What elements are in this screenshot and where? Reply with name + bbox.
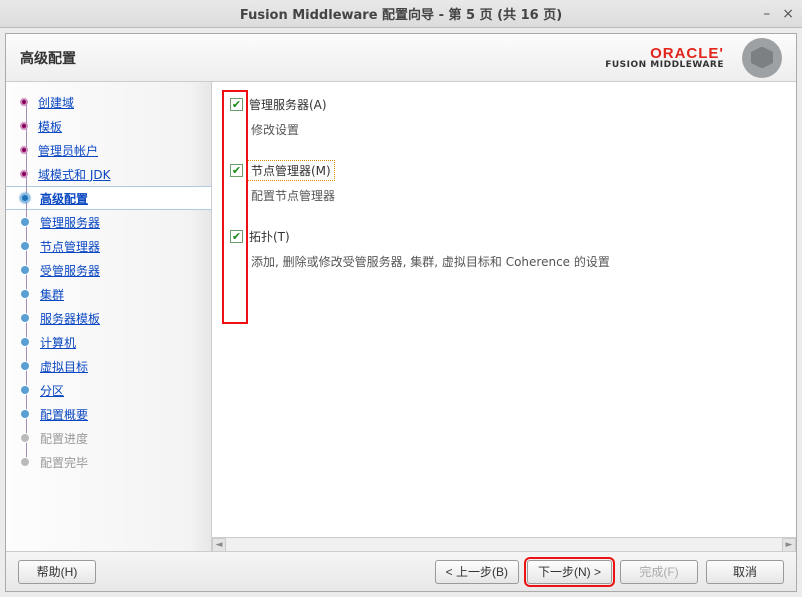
titlebar: Fusion Middleware 配置向导 - 第 5 页 (共 16 页) … xyxy=(0,0,802,28)
step-label[interactable]: 创建域 xyxy=(38,94,74,111)
step-label[interactable]: 分区 xyxy=(40,382,64,399)
step-status-icon xyxy=(20,409,30,419)
step-label[interactable]: 域模式和 JDK xyxy=(38,166,110,183)
config-option: ✔ 节点管理器(M) 配置节点管理器 xyxy=(230,162,778,204)
step-label[interactable]: 集群 xyxy=(40,286,64,303)
step-label[interactable]: 计算机 xyxy=(40,334,76,351)
window-title: Fusion Middleware 配置向导 - 第 5 页 (共 16 页) xyxy=(6,4,796,23)
step-label[interactable]: 虚拟目标 xyxy=(40,358,88,375)
step-label[interactable]: 模板 xyxy=(38,118,62,135)
step-status-icon xyxy=(20,265,30,275)
wizard-step: 配置完毕 xyxy=(6,450,211,474)
step-status-icon xyxy=(20,122,28,130)
next-button[interactable]: 下一步(N) > xyxy=(527,560,612,584)
checkbox[interactable]: ✔ xyxy=(230,230,243,243)
step-label[interactable]: 管理员帐户 xyxy=(38,142,98,159)
wizard-step: 配置进度 xyxy=(6,426,211,450)
step-label[interactable]: 节点管理器 xyxy=(40,238,100,255)
step-label: 配置进度 xyxy=(40,430,88,447)
step-status-icon xyxy=(20,146,28,154)
wizard-content: ✔ 管理服务器(A) 修改设置 ✔ 节点管理器(M) 配置节点管理器 ✔ 拓扑(T) 添加, 删… xyxy=(212,82,796,551)
brand-badge-icon xyxy=(742,38,782,78)
step-label[interactable]: 服务器模板 xyxy=(40,310,100,327)
wizard-steps-sidebar: 创建域模板管理员帐户域模式和 JDK 高级配置管理服务器节点管理器受管服务器集群服… xyxy=(6,82,212,551)
step-status-icon xyxy=(20,337,30,347)
finish-button: 完成(F) xyxy=(620,560,698,584)
scroll-right-icon[interactable]: ► xyxy=(782,538,796,552)
wizard-step[interactable]: 服务器模板 xyxy=(6,306,211,330)
option-label[interactable]: 拓扑(T) xyxy=(249,228,290,245)
wizard-step[interactable]: 分区 xyxy=(6,378,211,402)
step-status-icon xyxy=(20,313,30,323)
step-status-icon xyxy=(20,433,30,443)
wizard-frame: 高级配置 ORACLE' FUSION MIDDLEWARE 创建域模板管理员帐… xyxy=(5,33,797,592)
option-label[interactable]: 节点管理器(M) xyxy=(249,162,333,179)
config-option: ✔ 管理服务器(A) 修改设置 xyxy=(230,96,778,138)
option-description: 添加, 删除或修改受管服务器, 集群, 虚拟目标和 Coherence 的设置 xyxy=(251,253,778,270)
step-status-icon xyxy=(20,193,30,203)
oracle-logo: ORACLE' xyxy=(605,46,724,61)
wizard-step[interactable]: 管理服务器 xyxy=(6,210,211,234)
wizard-step[interactable]: 虚拟目标 xyxy=(6,354,211,378)
scroll-left-icon[interactable]: ◄ xyxy=(212,538,226,552)
step-label[interactable]: 受管服务器 xyxy=(40,262,100,279)
option-label[interactable]: 管理服务器(A) xyxy=(249,96,327,113)
option-description: 配置节点管理器 xyxy=(251,187,778,204)
minimize-icon[interactable]: – xyxy=(763,6,770,22)
scroll-track[interactable] xyxy=(227,539,781,551)
wizard-step[interactable]: 高级配置 xyxy=(6,186,211,210)
wizard-step[interactable]: 计算机 xyxy=(6,330,211,354)
back-button[interactable]: < 上一步(B) xyxy=(435,560,519,584)
step-status-icon xyxy=(20,361,30,371)
step-label[interactable]: 管理服务器 xyxy=(40,214,100,231)
wizard-header: 高级配置 ORACLE' FUSION MIDDLEWARE xyxy=(6,34,796,82)
checkbox[interactable]: ✔ xyxy=(230,164,243,177)
step-label[interactable]: 配置概要 xyxy=(40,406,88,423)
wizard-step[interactable]: 集群 xyxy=(6,282,211,306)
step-status-icon xyxy=(20,98,28,106)
close-icon[interactable]: × xyxy=(782,6,794,22)
page-title: 高级配置 xyxy=(20,48,605,68)
step-status-icon xyxy=(20,457,30,467)
step-status-icon xyxy=(20,289,30,299)
step-status-icon xyxy=(20,385,30,395)
wizard-step[interactable]: 受管服务器 xyxy=(6,258,211,282)
wizard-step[interactable]: 管理员帐户 xyxy=(6,138,211,162)
help-button[interactable]: 帮助(H) xyxy=(18,560,96,584)
wizard-step[interactable]: 域模式和 JDK xyxy=(6,162,211,186)
wizard-step[interactable]: 配置概要 xyxy=(6,402,211,426)
wizard-step[interactable]: 模板 xyxy=(6,114,211,138)
oracle-subtitle: FUSION MIDDLEWARE xyxy=(605,61,724,70)
wizard-step[interactable]: 创建域 xyxy=(6,90,211,114)
step-status-icon xyxy=(20,217,30,227)
horizontal-scrollbar[interactable]: ◄ ► xyxy=(212,537,796,551)
step-label[interactable]: 高级配置 xyxy=(40,190,88,207)
config-option: ✔ 拓扑(T) 添加, 删除或修改受管服务器, 集群, 虚拟目标和 Coherenc… xyxy=(230,228,778,270)
step-status-icon xyxy=(20,170,28,178)
wizard-step[interactable]: 节点管理器 xyxy=(6,234,211,258)
brand-block: ORACLE' FUSION MIDDLEWARE xyxy=(605,38,782,78)
step-label: 配置完毕 xyxy=(40,454,88,471)
wizard-footer: 帮助(H) < 上一步(B) 下一步(N) > 完成(F) 取消 xyxy=(6,551,796,591)
option-description: 修改设置 xyxy=(251,121,778,138)
step-status-icon xyxy=(20,241,30,251)
cancel-button[interactable]: 取消 xyxy=(706,560,784,584)
checkbox[interactable]: ✔ xyxy=(230,98,243,111)
